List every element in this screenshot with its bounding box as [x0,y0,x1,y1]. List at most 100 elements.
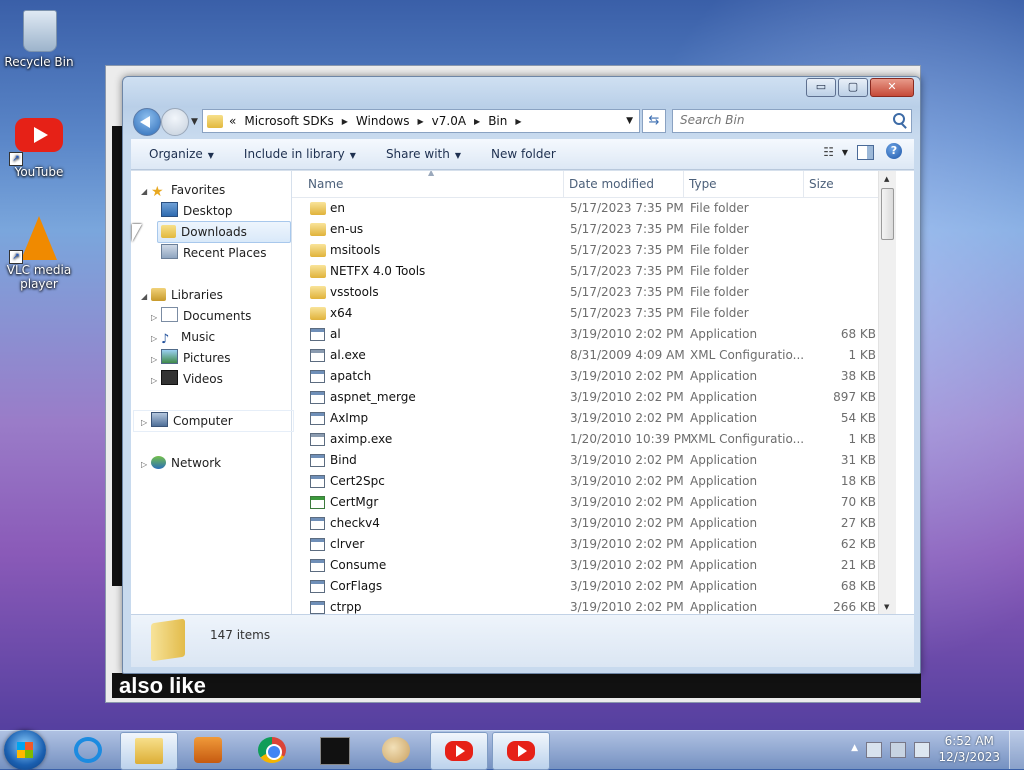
show-desktop-button[interactable] [1009,731,1024,769]
nav-libraries[interactable]: ◢ Libraries [141,285,223,305]
breadcrumb-bin[interactable]: Bin [488,114,507,128]
start-button[interactable] [4,730,46,770]
recent-pages-dropdown[interactable]: ▼ [191,117,198,127]
maximize-button[interactable]: ▢ [838,78,868,97]
downloads-icon [161,225,176,238]
nav-desktop[interactable]: Desktop [161,201,233,221]
file-row[interactable]: clrver 3/19/2010 2:02 PM Application 62 KB [292,534,896,555]
file-row[interactable]: CertMgr 3/19/2010 2:02 PM Application 70 KB [292,492,896,513]
network-status-icon[interactable] [890,742,906,758]
chrome-icon [258,737,286,763]
breadcrumb-microsoft-sdks[interactable]: Microsoft SDKs [244,114,333,128]
address-bar[interactable]: « Microsoft SDKs ▶ Windows ▶ v7.0A ▶ Bin… [202,109,640,133]
file-row[interactable]: ctrpp 3/19/2010 2:02 PM Application 266 KB [292,597,896,615]
clock[interactable]: 6:52 AM 12/3/2023 [938,733,1000,765]
file-row[interactable]: AxImp 3/19/2010 2:02 PM Application 54 KB [292,408,896,429]
nav-videos[interactable]: ▷ Videos [151,369,223,389]
close-button[interactable]: ✕ [870,78,914,97]
nav-documents[interactable]: ▷ Documents [151,306,251,326]
file-row[interactable]: vsstools 5/17/2023 7:35 PM File folder [292,282,896,303]
file-row[interactable]: en 5/17/2023 7:35 PM File folder [292,198,896,219]
file-row[interactable]: checkv4 3/19/2010 2:02 PM Application 27 KB [292,513,896,534]
search-input[interactable] [673,110,880,130]
breadcrumb-windows[interactable]: Windows [356,114,410,128]
taskbar-youtube-1[interactable] [430,732,488,770]
file-row[interactable]: Cert2Spc 3/19/2010 2:02 PM Application 18 K… [292,471,896,492]
view-options-icon[interactable]: ☷ [823,145,834,159]
new-folder-button[interactable]: New folder [491,147,556,161]
taskbar-youtube-2[interactable] [492,732,550,770]
include-in-library-menu[interactable]: Include in library ▼ [244,147,356,161]
file-row[interactable]: aximp.exe 1/20/2010 10:39 PM XML Configura… [292,429,896,450]
nav-downloads[interactable]: Downloads [157,221,291,243]
chevron-right-icon[interactable]: ▶ [417,117,423,126]
file-date: 3/19/2010 2:02 PM [570,474,684,488]
network-icon [151,456,166,469]
nav-network[interactable]: ▷ Network [141,453,221,473]
column-divider[interactable] [683,171,684,197]
taskbar: ▲ 6:52 AM 12/3/2023 [0,730,1024,770]
desktop-icon-youtube[interactable]: ↗ YouTube [2,118,76,179]
action-center-icon[interactable] [866,742,882,758]
file-row[interactable]: en-us 5/17/2023 7:35 PM File folder [292,219,896,240]
search-icon[interactable] [893,113,905,125]
preview-pane-icon[interactable] [857,145,874,160]
file-row[interactable]: NETFX 4.0 Tools 5/17/2023 7:35 PM File fol… [292,261,896,282]
taskbar-chrome[interactable] [244,732,300,768]
star-icon: ★ [151,184,164,200]
column-header-size[interactable]: Size [809,177,834,191]
breadcrumb-v7-0a[interactable]: v7.0A [432,114,466,128]
show-hidden-icons-icon[interactable]: ▲ [851,743,858,753]
vertical-scrollbar[interactable]: ▲ ▼ [878,171,896,615]
command-bar: Organize ▼ Include in library ▼ Share with… [131,139,914,170]
file-date: 5/17/2023 7:35 PM [570,201,684,215]
minimize-button[interactable]: ▭ [806,78,836,97]
file-row[interactable]: apatch 3/19/2010 2:02 PM Application 38 KB [292,366,896,387]
chevron-down-icon[interactable]: ▼ [842,148,848,157]
scrollbar-thumb[interactable] [881,188,894,240]
organize-menu[interactable]: Organize ▼ [149,147,214,161]
column-header-name[interactable]: Name [308,177,343,191]
chevron-right-icon[interactable]: ▶ [474,117,480,126]
scroll-up-icon[interactable]: ▲ [884,175,889,183]
folder-icon [151,618,185,662]
taskbar-explorer[interactable] [120,732,178,770]
file-row[interactable]: al 3/19/2010 2:02 PM Application 68 KB [292,324,896,345]
file-row[interactable]: al.exe 8/31/2009 4:09 AM XML Configuratio.… [292,345,896,366]
taskbar-media-player[interactable] [180,732,236,768]
file-row[interactable]: x64 5/17/2023 7:35 PM File folder [292,303,896,324]
volume-muted-icon[interactable] [914,742,930,758]
chevron-right-icon[interactable]: ▶ [342,117,348,126]
column-header-type[interactable]: Type [689,177,717,191]
help-icon[interactable]: ? [886,143,902,159]
forward-button[interactable] [161,108,189,136]
chevron-right-icon[interactable]: ▶ [515,117,521,126]
scroll-down-icon[interactable]: ▼ [884,603,889,611]
column-divider[interactable] [803,171,804,197]
taskbar-internet-explorer[interactable] [60,732,116,768]
file-row[interactable]: aspnet_merge 3/19/2010 2:02 PM Application… [292,387,896,408]
share-with-menu[interactable]: Share with ▼ [386,147,461,161]
desktop-icon-recycle-bin[interactable]: Recycle Bin [2,8,76,69]
chevron-down-icon[interactable]: ▼ [626,116,633,126]
application-icon [310,370,325,383]
file-row[interactable]: CorFlags 3/19/2010 2:02 PM Application 68 K… [292,576,896,597]
desktop-icon-vlc[interactable]: ↗ VLC media player [2,216,76,291]
breadcrumb-overflow[interactable]: « [229,114,236,128]
taskbar-paint[interactable] [368,732,424,768]
taskbar-cmd[interactable] [306,732,362,768]
file-row[interactable]: Bind 3/19/2010 2:02 PM Application 31 KB [292,450,896,471]
search-box[interactable] [672,109,912,133]
nav-music[interactable]: ▷ ♪ Music [151,327,215,347]
back-button[interactable] [133,108,161,136]
file-type: Application [690,327,758,341]
nav-recent-places[interactable]: Recent Places [161,243,266,263]
file-row[interactable]: Consume 3/19/2010 2:02 PM Application 21 KB [292,555,896,576]
nav-pictures[interactable]: ▷ Pictures [151,348,231,368]
nav-favorites[interactable]: ◢ ★ Favorites [141,180,225,200]
file-row[interactable]: msitools 5/17/2023 7:35 PM File folder [292,240,896,261]
column-divider[interactable] [563,171,564,197]
refresh-button[interactable]: ⇆ [642,109,666,133]
column-header-date[interactable]: Date modified [569,177,654,191]
nav-computer[interactable]: ▷ Computer [133,410,294,432]
